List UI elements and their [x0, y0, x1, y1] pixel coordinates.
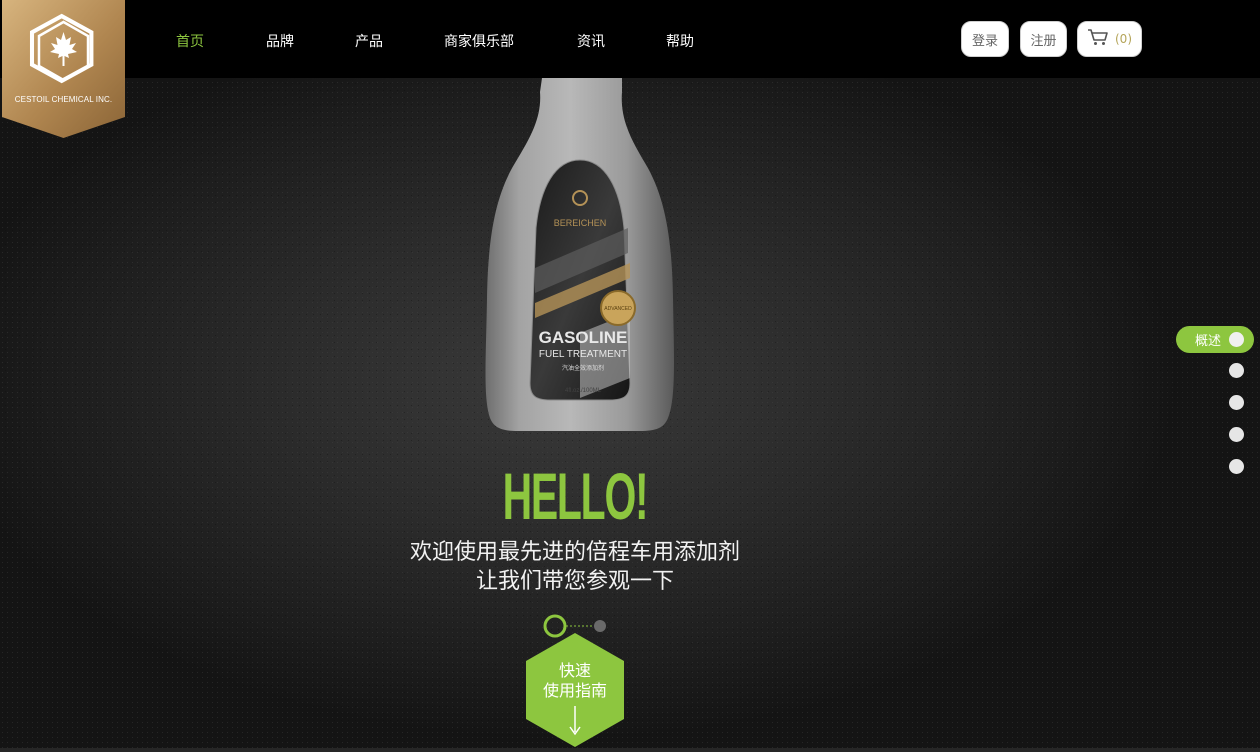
hero-line-1: 欢迎使用最先进的倍程车用添加剂	[409, 540, 740, 565]
logo-text: CESTOIL CHEMICAL INC.	[14, 95, 113, 104]
register-label: 注册	[1030, 33, 1057, 49]
cart-icon	[1087, 28, 1109, 50]
side-nav-dot-4[interactable]	[1229, 427, 1244, 442]
side-nav-active-dot	[1229, 332, 1244, 347]
arrow-down-icon	[569, 706, 581, 740]
side-nav-dot-2[interactable]	[1229, 363, 1244, 378]
quick-guide-button[interactable]: 快速 使用指南	[524, 631, 626, 748]
nav-item-merchant-club[interactable]: 商家俱乐部	[444, 31, 514, 51]
bottle-volume-text: 4fl.oz./100ML	[565, 388, 602, 394]
quick-guide-line-2: 使用指南	[542, 681, 607, 700]
bottle-subtitle-text: FUEL TREATMENT	[539, 349, 627, 360]
product-bottle-image: BEREICHEN ADVANCED GASOLINE FUEL TREATME…	[480, 78, 680, 433]
register-button[interactable]: 注册	[1020, 21, 1067, 57]
nav-item-news[interactable]: 资讯	[577, 31, 605, 51]
nav-item-brand[interactable]: 品牌	[266, 31, 294, 51]
hero-headline: HELLO!	[502, 459, 649, 533]
side-nav-overview[interactable]: 概述	[1176, 326, 1254, 353]
side-nav-dot-5[interactable]	[1229, 459, 1244, 474]
bottle-brand-text: BEREICHEN	[554, 218, 607, 228]
quick-guide-line-1: 快速	[558, 661, 591, 680]
nav-item-products[interactable]: 产品	[355, 31, 383, 51]
login-label: 登录	[971, 33, 998, 49]
bottle-title-text: GASOLINE	[539, 328, 628, 347]
side-nav-dot-3[interactable]	[1229, 395, 1244, 410]
cart-button[interactable]: (0)	[1077, 21, 1142, 57]
brand-logo[interactable]: CESTOIL CHEMICAL INC.	[2, 0, 125, 138]
top-header: 首页 品牌 产品 商家俱乐部 资讯 帮助 登录 注册 (0)	[0, 0, 1260, 78]
cart-count: (0)	[1115, 32, 1132, 46]
side-nav-overview-label: 概述	[1195, 334, 1222, 349]
nav-item-home[interactable]: 首页	[176, 31, 204, 51]
login-button[interactable]: 登录	[961, 21, 1009, 57]
nav-item-help[interactable]: 帮助	[666, 31, 694, 51]
hero-line-2: 让我们带您参观一下	[475, 569, 674, 594]
bottle-cn-text: 汽油全效添加剂	[562, 364, 604, 372]
bottle-badge-text: ADVANCED	[604, 306, 632, 312]
